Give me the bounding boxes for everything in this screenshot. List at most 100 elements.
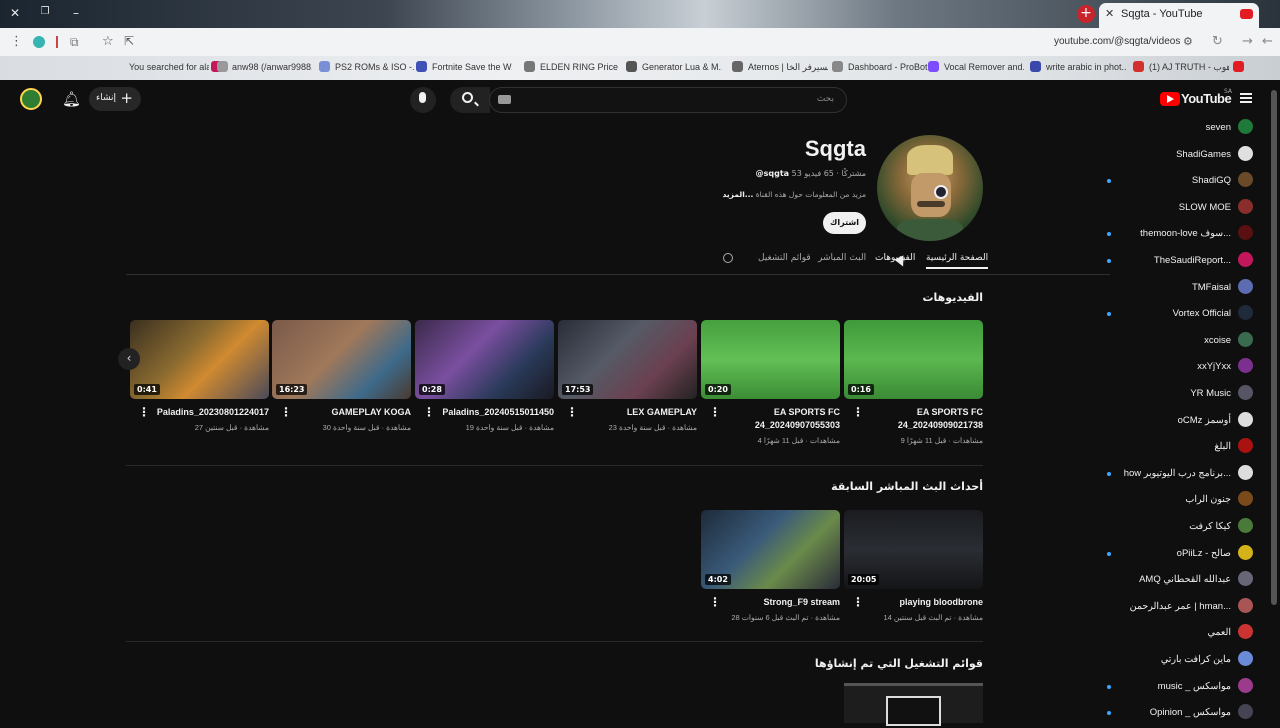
bookmark-item[interactable]: Vocal Remover and... [944, 62, 1024, 72]
video-title[interactable]: Strong_F9 stream [722, 596, 840, 609]
tab-playlists[interactable]: قوائم التشغيل [758, 253, 811, 263]
video-tile[interactable]: 0:20 EA SPORTS FC 24_20240907055303 ⋮ 4 مشا… [701, 320, 840, 445]
video-tile[interactable]: 0:28 Paladins_20240515011450 ⋮ 19 مشاهدة · … [415, 320, 554, 432]
channel-avatar[interactable] [877, 135, 983, 241]
sidebar-subscription-item[interactable]: how برنامج درب اليوتيوبر... [1107, 463, 1253, 489]
video-title[interactable]: Paladins_20240515011450 [436, 406, 554, 419]
video-thumbnail[interactable]: 0:41 [130, 320, 269, 399]
account-avatar[interactable] [20, 88, 42, 110]
channel-search-icon[interactable] [723, 253, 733, 263]
video-tile[interactable]: 20:05 playing bloodbrone ⋮ 14 مشاهدة · تم ا… [844, 510, 983, 622]
subscribe-button[interactable]: اشتراك [823, 212, 866, 234]
video-title[interactable]: EA SPORTS FC 24_20240907055303 [722, 406, 840, 432]
bookmark-item[interactable]: Generator Lua & M... [642, 62, 722, 72]
notifications-bell-icon[interactable]: 🔔︎ [62, 90, 81, 108]
sidebar-subscription-item[interactable]: AMQ عبدالله القحطاني [1113, 569, 1253, 595]
sidebar-subscription-item[interactable]: عمر عبدالرحمن | hman... [1113, 596, 1253, 622]
sidebar-subscription-item[interactable]: oPiiLz - صالح [1107, 543, 1253, 569]
bookmark-item[interactable]: Dashboard - ProBot [848, 62, 928, 72]
bookmark-item[interactable]: You searched for ala... [129, 62, 209, 72]
browser-tab[interactable]: ✕ Sqgta - YouTube [1099, 3, 1259, 28]
sidebar-subscription-item[interactable]: ماين كرافت بارتي [1113, 649, 1253, 675]
video-tile[interactable]: 16:23 GAMEPLAY KOGA ⋮ 30 مشاهدة · قبل سنة و… [272, 320, 411, 432]
video-title[interactable]: LEX GAMEPLAY [579, 406, 697, 419]
sidebar-subscription-item[interactable]: ShadiGames [1113, 144, 1253, 170]
video-more-icon[interactable]: ⋮ [566, 405, 578, 419]
video-thumbnail[interactable]: 0:16 [844, 320, 983, 399]
video-thumbnail[interactable]: 4:02 [701, 510, 840, 589]
video-tile[interactable]: 17:53 LEX GAMEPLAY ⋮ 23 مشاهدة · قبل سنة وا… [558, 320, 697, 432]
bookmark-item[interactable]: PS2 ROMs & ISO -... [335, 62, 415, 72]
video-thumbnail[interactable]: 16:23 [272, 320, 411, 399]
bookmark-item[interactable]: Fortnite Save the W... [432, 62, 512, 72]
shelf-prev-button[interactable]: ‹ [118, 348, 140, 370]
sidebar-subscription-item[interactable]: Opinion _ مواسكس [1107, 702, 1253, 728]
live-section-title[interactable]: أحداث البث المباشر السابقة [700, 480, 983, 493]
bookmark-item[interactable]: write arabic in phot... [1046, 62, 1126, 72]
create-button[interactable]: إنشاء + [89, 87, 141, 111]
video-title[interactable]: Paladins_20230801224017 [151, 406, 269, 419]
forward-icon[interactable]: → [1242, 34, 1253, 49]
video-tile[interactable]: 0:16 EA SPORTS FC 24_20240909021738 ⋮ 9 مشا… [844, 320, 983, 445]
sidebar-subscription-item[interactable]: SLOW MOE [1113, 197, 1253, 223]
video-more-icon[interactable]: ⋮ [852, 405, 864, 419]
videos-section-title[interactable]: الفيديوهات [800, 291, 984, 304]
extensions-icon[interactable]: ⧉ [70, 35, 79, 50]
back-icon[interactable]: ← [1262, 34, 1273, 49]
video-more-icon[interactable]: ⋮ [423, 405, 435, 419]
video-more-icon[interactable]: ⋮ [709, 405, 721, 419]
voice-search-button[interactable] [410, 87, 436, 113]
minimize-window-icon[interactable]: – [68, 6, 84, 20]
sidebar-subscription-item[interactable]: oCMz أوسمز [1113, 410, 1253, 436]
close-tab-icon[interactable]: ✕ [1105, 7, 1114, 20]
site-settings-icon[interactable]: ⚙ [1183, 35, 1193, 48]
url-field[interactable]: youtube.com/@sqgta/videos [1054, 36, 1180, 47]
sidebar-subscription-item[interactable]: ShadiGQ [1107, 170, 1253, 196]
sidebar-subscription-item[interactable]: العمي [1113, 622, 1253, 648]
sidebar-subscription-item[interactable]: جنون الراب [1113, 489, 1253, 515]
video-more-icon[interactable]: ⋮ [280, 405, 292, 419]
sidebar-scrollbar[interactable] [1271, 90, 1277, 605]
search-button[interactable] [450, 87, 490, 113]
sidebar-subscription-item[interactable]: xxYjYxx [1113, 356, 1253, 382]
sidebar-subscription-item[interactable]: البلغ [1113, 436, 1253, 462]
channel-about[interactable]: مزيد من المعلومات حول هذه القناة ...المز… [700, 190, 866, 199]
tab-home[interactable]: الصفحة الرئيسية [926, 253, 989, 269]
channel-about-more[interactable]: ...المزيد [723, 190, 754, 199]
video-title[interactable]: playing bloodbrone [865, 596, 984, 609]
video-title[interactable]: EA SPORTS FC 24_20240909021738 [865, 406, 983, 432]
search-input[interactable]: بحث [489, 87, 847, 113]
sidebar-subscription-item[interactable]: YR Music [1113, 383, 1253, 409]
sidebar-subscription-item[interactable]: music _ مواسكس [1107, 676, 1253, 702]
extension-icon[interactable] [33, 36, 45, 48]
guide-menu-icon[interactable] [1240, 93, 1252, 103]
restore-window-icon[interactable]: ❐ [37, 6, 53, 17]
menu-dots-icon[interactable]: ⋮ [10, 34, 23, 49]
video-more-icon[interactable]: ⋮ [709, 595, 721, 609]
sidebar-subscription-item[interactable]: TMFaisal [1113, 277, 1253, 303]
playlists-section-title[interactable]: قوائم التشغيل التي تم إنشاؤها [700, 657, 983, 670]
keyboard-icon[interactable] [498, 95, 511, 104]
close-window-icon[interactable]: ✕ [7, 6, 23, 20]
sidebar-subscription-item[interactable]: themoon-love سوف... [1107, 223, 1253, 249]
sidebar-subscription-item[interactable]: Vortex Official [1107, 303, 1253, 329]
video-more-icon[interactable]: ⋮ [852, 595, 864, 609]
bookmark-item[interactable]: ELDEN RING Price h... [540, 62, 620, 72]
video-title[interactable]: GAMEPLAY KOGA [293, 406, 411, 419]
reload-icon[interactable]: ↻ [1212, 34, 1223, 49]
new-tab-button[interactable]: + [1077, 5, 1095, 23]
video-more-icon[interactable]: ⋮ [138, 405, 150, 419]
sidebar-subscription-item[interactable]: seven [1113, 117, 1253, 143]
bookmark-item[interactable]: anw98 (/anwar9988... [232, 62, 312, 72]
video-tile[interactable]: 0:41 Paladins_20230801224017 ⋮ 27 مشاهدة · … [130, 320, 269, 432]
video-thumbnail[interactable]: 17:53 [558, 320, 697, 399]
video-tile[interactable]: 4:02 Strong_F9 stream ⋮ 28 مشاهدة · تم البث… [701, 510, 840, 622]
sidebar-subscription-item[interactable]: xcoise [1113, 330, 1253, 356]
sidebar-subscription-item[interactable]: TheSaudiReport... [1107, 250, 1253, 276]
video-thumbnail[interactable]: 0:28 [415, 320, 554, 399]
install-app-icon[interactable]: ⇱ [124, 34, 134, 48]
bookmark-item[interactable]: (1) AJ TRUTH - ناهوب... [1149, 62, 1229, 73]
tab-live[interactable]: البث المباشر [818, 253, 866, 263]
video-thumbnail[interactable]: 0:20 [701, 320, 840, 399]
video-thumbnail[interactable]: 20:05 [844, 510, 983, 589]
